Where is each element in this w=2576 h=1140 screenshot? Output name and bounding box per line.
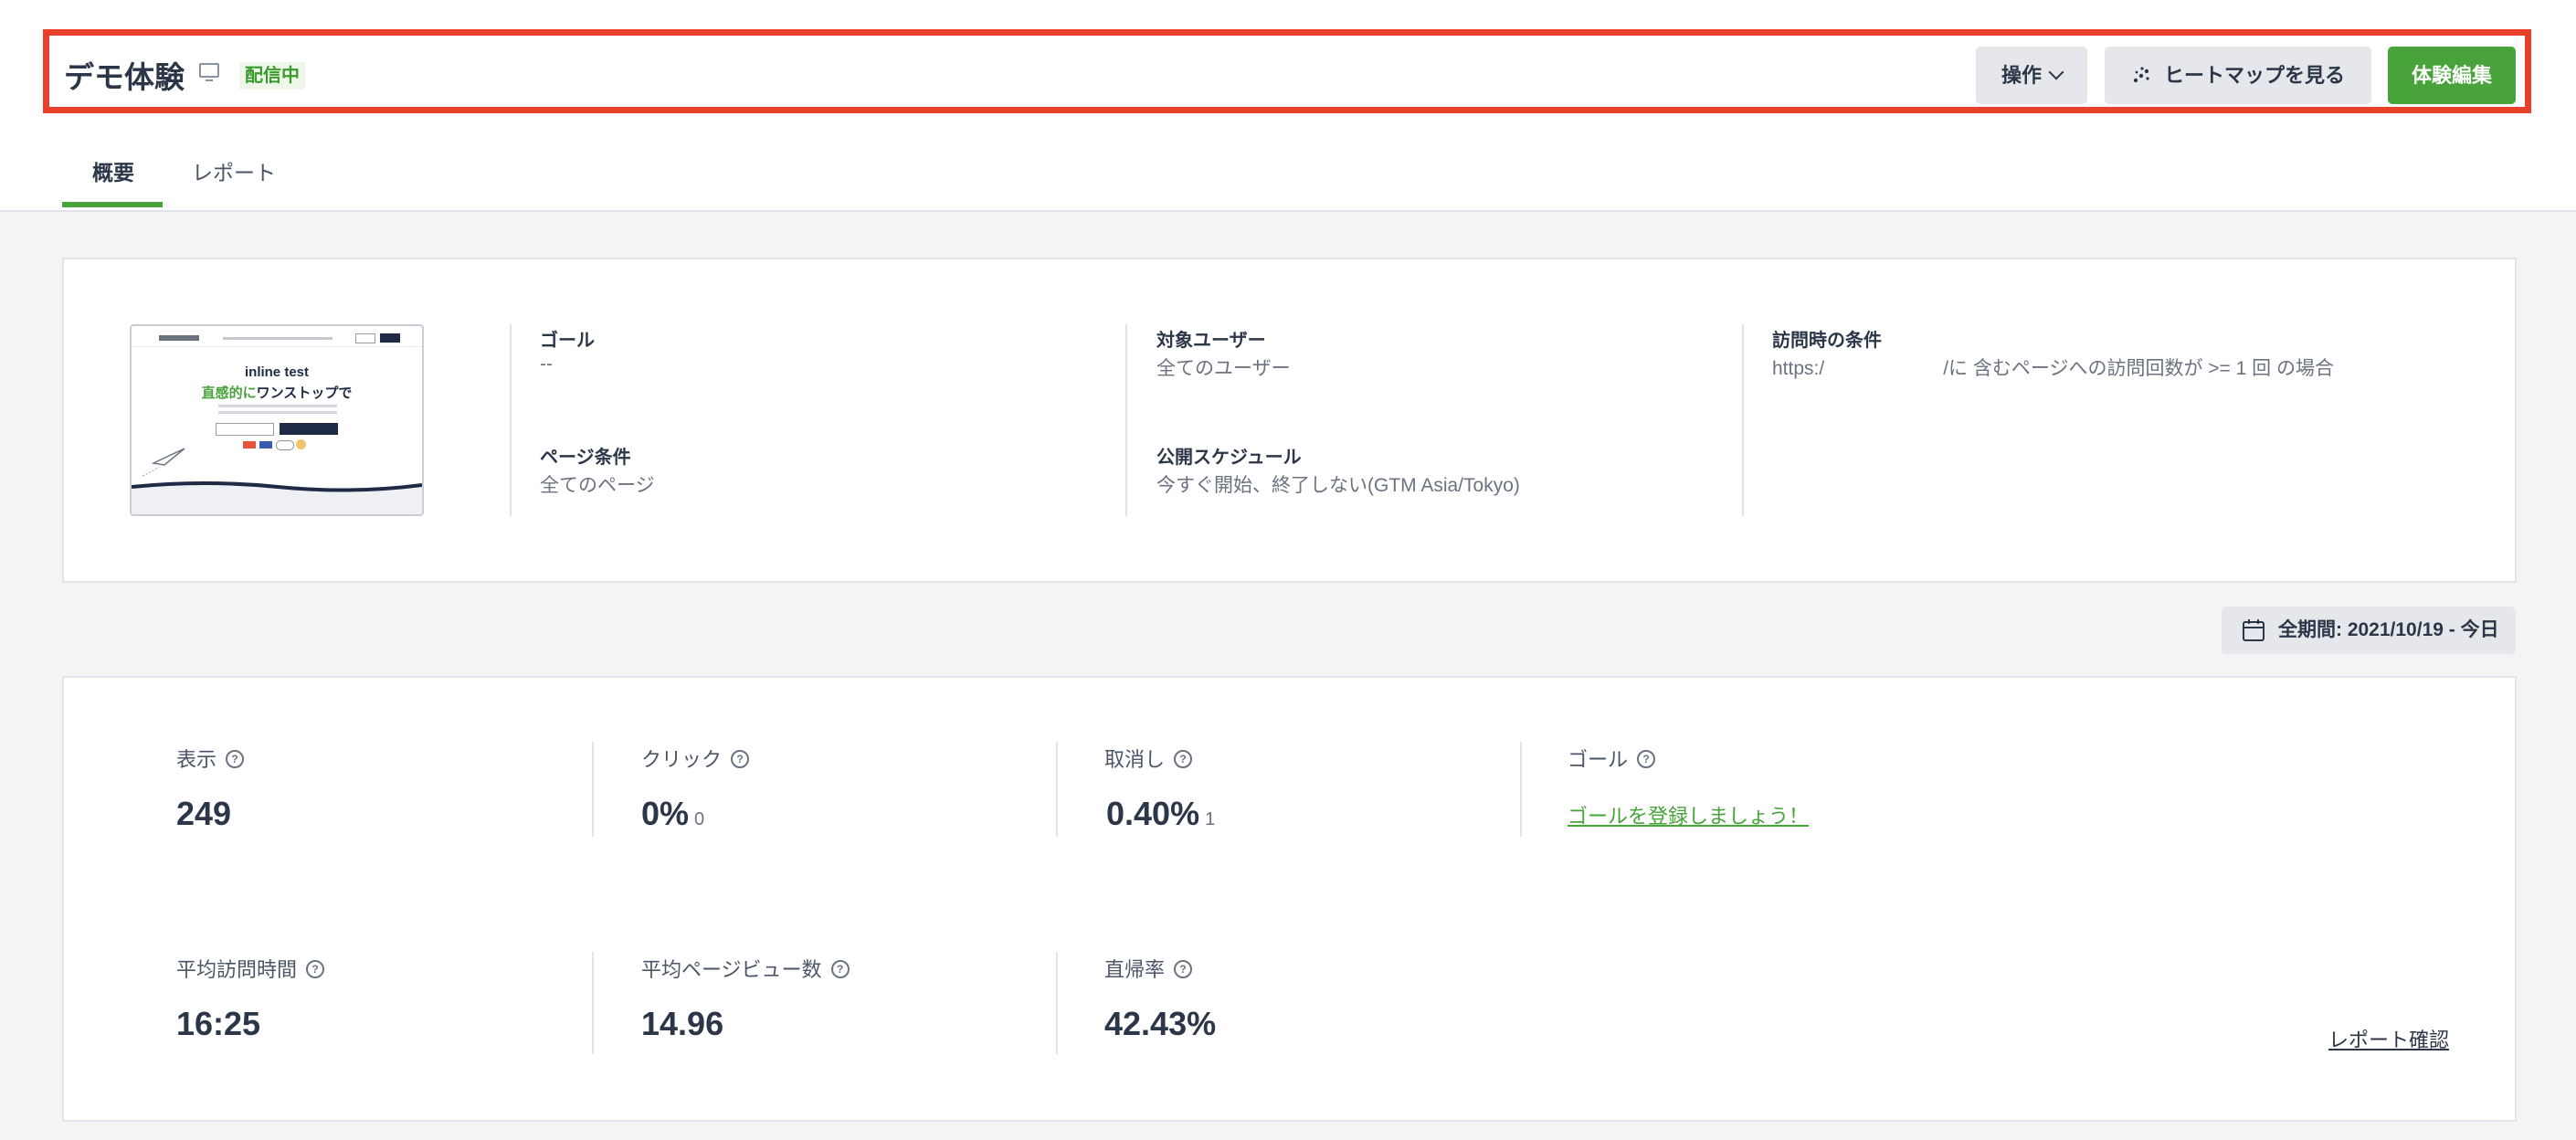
thumbnail-button-solid (280, 423, 338, 435)
help-icon[interactable]: ? (306, 960, 325, 978)
chevron-down-icon (2048, 64, 2064, 80)
thumbnail-wave (132, 481, 422, 514)
clicks-value: 0% 0 (641, 795, 705, 832)
target-users-value: 全てのユーザー (1156, 358, 1291, 379)
tab-report[interactable]: レポート (192, 155, 276, 186)
schedule-label: 公開スケジュール (1156, 448, 1302, 468)
target-users-label: 対象ユーザー (1156, 331, 1266, 351)
help-icon[interactable]: ? (226, 750, 245, 768)
thumbnail-subline: 直感的にワンストップで (201, 385, 353, 401)
avg-visit-time-label: 平均訪問時間? (176, 954, 325, 983)
page-title: デモ体験 (64, 60, 185, 94)
visit-condition-label: 訪問時の条件 (1772, 331, 1882, 351)
thumbnail-navbar (132, 333, 422, 347)
edit-experience-button[interactable]: 体験編集 (2388, 47, 2516, 104)
stats-card (62, 676, 2517, 1122)
divider (1742, 324, 1744, 516)
page-condition-value: 全てのページ (540, 475, 655, 496)
heatmap-icon (2133, 67, 2149, 83)
divider (1520, 742, 1522, 837)
cancel-value: 0.40% 1 (1106, 795, 1216, 832)
help-icon[interactable]: ? (1174, 750, 1193, 768)
tab-overview[interactable]: 概要 (92, 155, 134, 186)
divider (510, 324, 512, 516)
impressions-value: 249 (176, 795, 232, 832)
stats-goal-label: ゴール? (1568, 744, 1656, 773)
help-icon[interactable]: ? (731, 750, 750, 768)
goal-label: ゴール (540, 331, 595, 351)
clicks-label: クリック? (641, 744, 750, 773)
date-range-button[interactable]: 全期間: 2021/10/19 - 今日 (2222, 607, 2516, 654)
desktop-icon (199, 63, 219, 81)
register-goal-link[interactable]: ゴールを登録しましょう！ (1568, 800, 1809, 829)
divider (592, 742, 594, 837)
active-tab-indicator (62, 202, 163, 207)
avg-pageviews-label: 平均ページビュー数? (641, 954, 850, 983)
cancel-label: 取消し? (1104, 744, 1193, 773)
thumbnail-button-outline (216, 423, 274, 436)
help-icon[interactable]: ? (1637, 750, 1656, 768)
divider (1056, 952, 1058, 1054)
goal-value: -- (540, 354, 553, 375)
operations-dropdown-button[interactable]: 操作 (1976, 47, 2087, 104)
heatmap-label: ヒートマップを見る (2163, 64, 2345, 87)
operations-label: 操作 (2001, 64, 2042, 87)
visit-condition-value: https://に 含むページへの訪問回数が >= 1 回 の場合 (1772, 358, 2334, 379)
bounce-rate-label: 直帰率? (1104, 954, 1193, 983)
impressions-label: 表示? (176, 744, 245, 773)
clicks-count: 0 (694, 809, 705, 829)
calendar-icon (2243, 619, 2265, 641)
view-heatmap-button[interactable]: ヒートマップを見る (2105, 47, 2371, 104)
divider (592, 952, 594, 1054)
experience-info-card (62, 258, 2517, 583)
help-icon[interactable]: ? (830, 960, 850, 978)
avg-visit-time-value: 16:25 (176, 1005, 261, 1042)
page-condition-label: ページ条件 (540, 448, 631, 468)
page-thumbnail[interactable]: inline test 直感的にワンストップで (130, 324, 424, 516)
paper-plane-icon (142, 448, 185, 477)
status-badge: 配信中 (239, 62, 305, 90)
thumbnail-headline: inline test (244, 364, 309, 380)
help-icon[interactable]: ? (1174, 960, 1193, 978)
divider (1056, 742, 1058, 837)
divider (1125, 324, 1127, 516)
view-report-link[interactable]: レポート確認 (2328, 1024, 2449, 1053)
cancel-count: 1 (1205, 809, 1216, 829)
schedule-value: 今すぐ開始、終了しない(GTM Asia/Tokyo) (1156, 475, 1520, 496)
page-header: デモ体験 配信中 操作 ヒートマップを見る 体験編集 概要 レポート (0, 0, 2576, 212)
bounce-rate-value: 42.43% (1104, 1005, 1217, 1042)
avg-pageviews-value: 14.96 (641, 1005, 724, 1042)
date-range-label: 全期間: 2021/10/19 - 今日 (2278, 619, 2499, 640)
